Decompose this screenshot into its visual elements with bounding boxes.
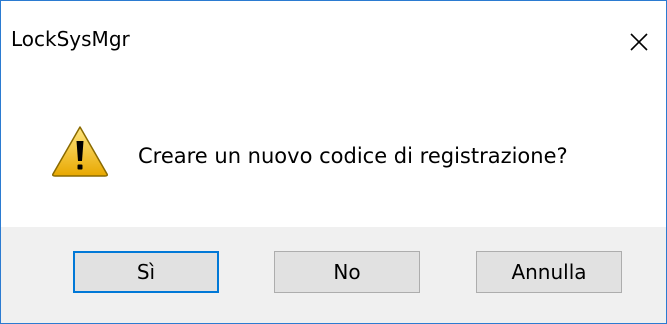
- cancel-button[interactable]: Annulla: [476, 251, 622, 293]
- close-button[interactable]: [618, 23, 658, 59]
- window-title: LockSysMgr: [11, 27, 130, 51]
- warning-icon: [51, 125, 109, 177]
- yes-button[interactable]: Sì: [73, 251, 219, 293]
- button-bar: Sì No Annulla: [1, 227, 666, 323]
- dialog-content: Creare un nuovo codice di registrazione?: [1, 73, 666, 227]
- no-button[interactable]: No: [274, 251, 420, 293]
- dialog-message: Creare un nuovo codice di registrazione?: [138, 144, 568, 168]
- close-icon: [630, 33, 648, 51]
- title-bar: LockSysMgr: [1, 1, 666, 73]
- message-dialog: LockSysMgr Creare un nuovo codice di reg…: [0, 0, 667, 324]
